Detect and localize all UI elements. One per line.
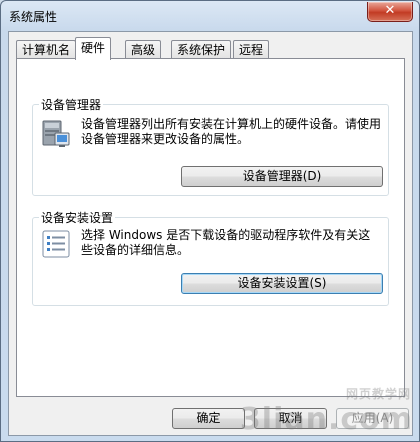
- device-manager-button[interactable]: 设备管理器(D): [181, 166, 383, 187]
- tab-remote[interactable]: 远程: [233, 40, 270, 59]
- device-manager-heading: 设备管理器: [39, 96, 104, 113]
- device-manager-icon: [41, 117, 71, 149]
- device-manager-group: 设备管理器 设备管理器列出所有安装在计算机上的硬件设备。请使用设备管理器来更改设…: [32, 96, 389, 196]
- window-title: 系统属性: [9, 10, 58, 24]
- close-button[interactable]: ✕: [367, 2, 413, 22]
- hardware-tab-panel: 设备管理器 设备管理器列出所有安装在计算机上的硬件设备。请使用设备管理器来更改设…: [16, 58, 405, 397]
- tab-system-protection[interactable]: 系统保护: [171, 40, 232, 59]
- device-install-heading: 设备安装设置: [39, 209, 116, 226]
- checklist-icon: [41, 229, 71, 259]
- tab-hardware[interactable]: 硬件: [75, 37, 112, 60]
- device-install-settings-button[interactable]: 设备安装设置(S): [181, 273, 383, 294]
- device-install-group: 设备安装设置 选择 Windows 是否下载设备的驱动程序软件及有关这些设备的详…: [32, 209, 389, 306]
- apply-button[interactable]: 应用(A): [336, 408, 409, 429]
- ok-button[interactable]: 确定: [172, 408, 245, 429]
- device-manager-description: 设备管理器列出所有安装在计算机上的硬件设备。请使用设备管理器来更改设备的属性。: [81, 117, 382, 146]
- tab-computer-name[interactable]: 计算机名: [16, 40, 77, 59]
- device-install-description: 选择 Windows 是否下载设备的驱动程序软件及有关这些设备的详细信息。: [81, 228, 371, 257]
- dialog-client-area: 计算机名 硬件 高级 系统保护 远程 设备管理器 设备管理器列出所有安装在计算机…: [8, 31, 413, 436]
- tab-advanced[interactable]: 高级: [125, 40, 162, 59]
- cancel-button[interactable]: 取消: [254, 408, 327, 429]
- system-properties-window: 系统属性 ✕ 计算机名 硬件 高级 系统保护 远程 设备管理器 设备管理器列出所…: [0, 0, 420, 442]
